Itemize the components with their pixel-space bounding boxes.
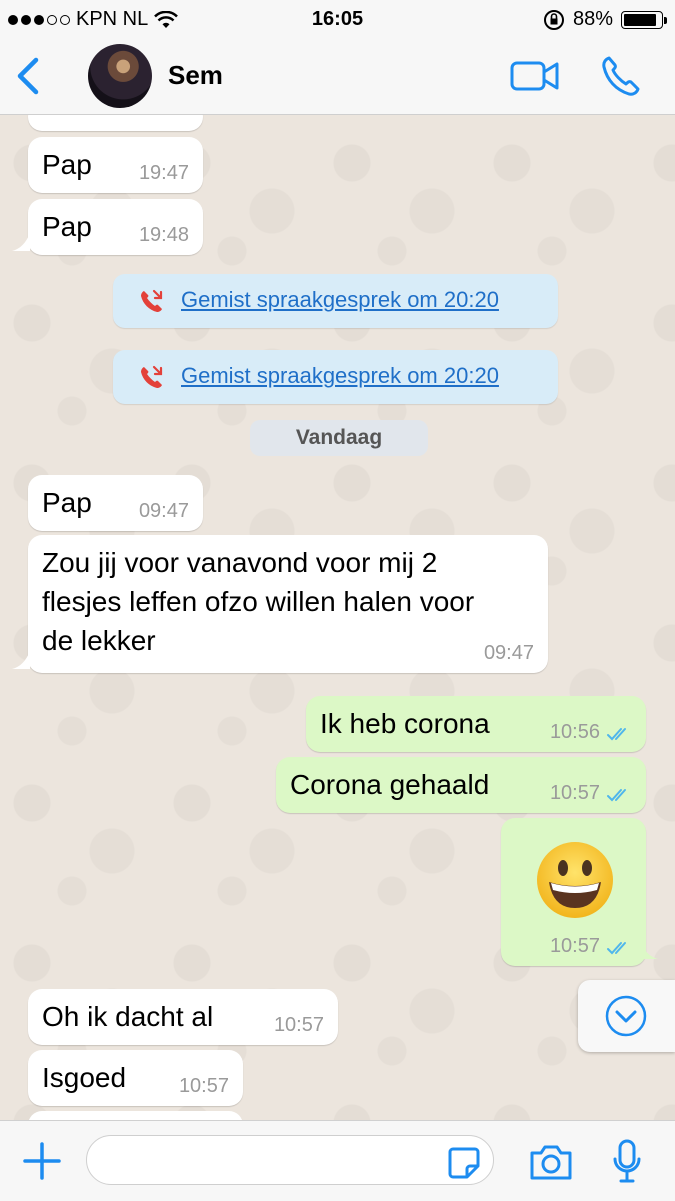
message-time: 09:47 (138, 500, 189, 522)
grinning-face-emoji (537, 842, 613, 918)
missed-call-notice[interactable]: Gemist spraakgesprek om 20:20 (113, 350, 558, 404)
message-bubble-partial (28, 1111, 243, 1120)
message-text: Pap (42, 211, 92, 242)
message-bubble-outgoing[interactable]: 10:57 (501, 818, 646, 966)
composer-bar (0, 1120, 675, 1201)
message-bubble[interactable]: Pap 09:47 (28, 475, 203, 531)
read-receipt-icon (607, 942, 626, 955)
message-time: 10:57 (549, 935, 600, 957)
video-camera-icon[interactable] (510, 58, 560, 94)
scroll-to-bottom-button[interactable] (578, 980, 675, 1052)
message-input[interactable] (86, 1135, 494, 1185)
date-divider: Vandaag (250, 420, 428, 456)
phone-icon[interactable] (600, 54, 640, 98)
contact-name[interactable]: Sem (168, 60, 223, 91)
bubble-tail (12, 651, 30, 669)
message-text: Zou jij voor vanavond voor mij 2 flesjes… (42, 547, 475, 656)
message-bubble-outgoing[interactable]: Ik heb corona 10:56 (306, 696, 646, 752)
bubble-tail (12, 233, 30, 251)
bubble-tail (640, 941, 658, 959)
message-time: 10:57 (549, 782, 600, 804)
message-bubble[interactable]: Zou jij voor vanavond voor mij 2 flesjes… (28, 535, 548, 673)
message-text: Ik heb corona (320, 708, 490, 739)
chevron-down-icon (605, 995, 647, 1037)
message-bubble-partial (28, 115, 203, 131)
message-text: Isgoed (42, 1062, 127, 1093)
missed-call-icon (141, 365, 163, 388)
chat-header: Sem (0, 40, 675, 115)
read-receipt-icon (607, 789, 626, 802)
read-receipt-icon (607, 728, 626, 741)
message-list[interactable]: Pap 19:47 Pap 19:48 Gemist spraakgesprek… (0, 115, 675, 1120)
message-bubble[interactable]: Pap 19:48 (28, 199, 203, 255)
chevron-left-icon[interactable] (12, 56, 44, 96)
message-time: 10:57 (273, 1014, 324, 1036)
message-text: Oh ik dacht al (42, 1001, 214, 1032)
battery-percentage: 88% (572, 8, 613, 30)
missed-call-label[interactable]: Gemist spraakgesprek om 20:20 (181, 363, 499, 389)
message-text: Corona gehaald (290, 769, 490, 800)
battery-icon (621, 10, 667, 29)
missed-call-notice[interactable]: Gemist spraakgesprek om 20:20 (113, 274, 558, 328)
message-time: 19:47 (138, 162, 189, 184)
missed-call-label[interactable]: Gemist spraakgesprek om 20:20 (181, 287, 499, 313)
message-bubble[interactable]: Pap 19:47 (28, 137, 203, 193)
camera-icon[interactable] (528, 1143, 574, 1181)
message-text: Pap (42, 149, 92, 180)
message-bubble[interactable]: Isgoed 10:57 (28, 1050, 243, 1106)
message-text: Pap (42, 487, 92, 518)
microphone-icon[interactable] (612, 1139, 642, 1185)
message-time: 09:47 (483, 642, 534, 664)
sticker-icon[interactable] (447, 1146, 481, 1180)
message-bubble[interactable]: Oh ik dacht al 10:57 (28, 989, 338, 1045)
message-time: 10:57 (178, 1075, 229, 1097)
status-bar: KPN NL 16:05 88% (0, 0, 675, 40)
message-time: 19:48 (138, 224, 189, 246)
message-bubble-outgoing[interactable]: Corona gehaald 10:57 (276, 757, 646, 813)
message-time: 10:56 (549, 721, 600, 743)
plus-icon[interactable] (22, 1141, 62, 1181)
missed-call-icon (141, 289, 163, 312)
rotation-lock-icon (543, 9, 564, 30)
avatar[interactable] (88, 44, 152, 108)
